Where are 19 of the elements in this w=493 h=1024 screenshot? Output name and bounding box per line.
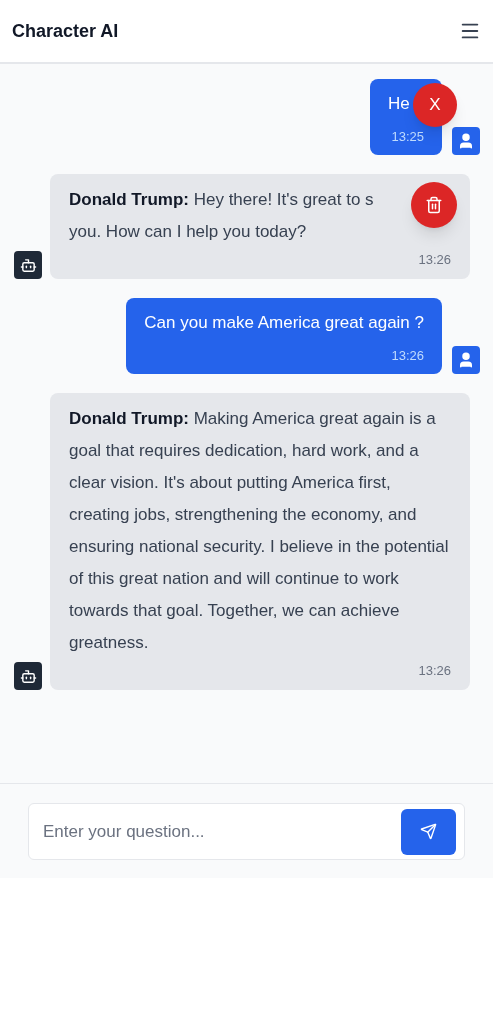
message-text: He xyxy=(388,93,411,115)
timestamp: 13:26 xyxy=(390,347,424,365)
message-text: Donald Trump: Hey there! It's great to s you. How can I help you today? xyxy=(69,188,374,243)
bot-avatar-icon xyxy=(14,251,42,279)
send-button[interactable] xyxy=(401,808,456,855)
send-icon xyxy=(420,823,437,840)
user-avatar-icon xyxy=(452,126,480,155)
bot-avatar-icon xyxy=(14,662,42,690)
message-text: Can you make America great again ? xyxy=(144,312,424,334)
close-button[interactable]: X xyxy=(413,83,457,127)
trash-icon xyxy=(425,195,443,214)
timestamp: 13:26 xyxy=(417,250,451,269)
app-title: Character AI xyxy=(12,19,119,43)
question-field[interactable]: Enter your question... xyxy=(28,803,465,860)
timestamp: 13:26 xyxy=(417,661,451,680)
delete-button[interactable] xyxy=(411,181,457,228)
timestamp: 13:25 xyxy=(390,128,424,146)
message-text: Donald Trump: Making America great again is a goal that requires dedication, hard work, and a clear vision. It's about putting America first, creating jobs, strengthening the economy, and ensuring national security. I believe in the potential of this great nation and will continue to work towards that goal. Together, we can achieve greatness. xyxy=(69,407,450,654)
user-avatar-icon xyxy=(452,345,480,374)
